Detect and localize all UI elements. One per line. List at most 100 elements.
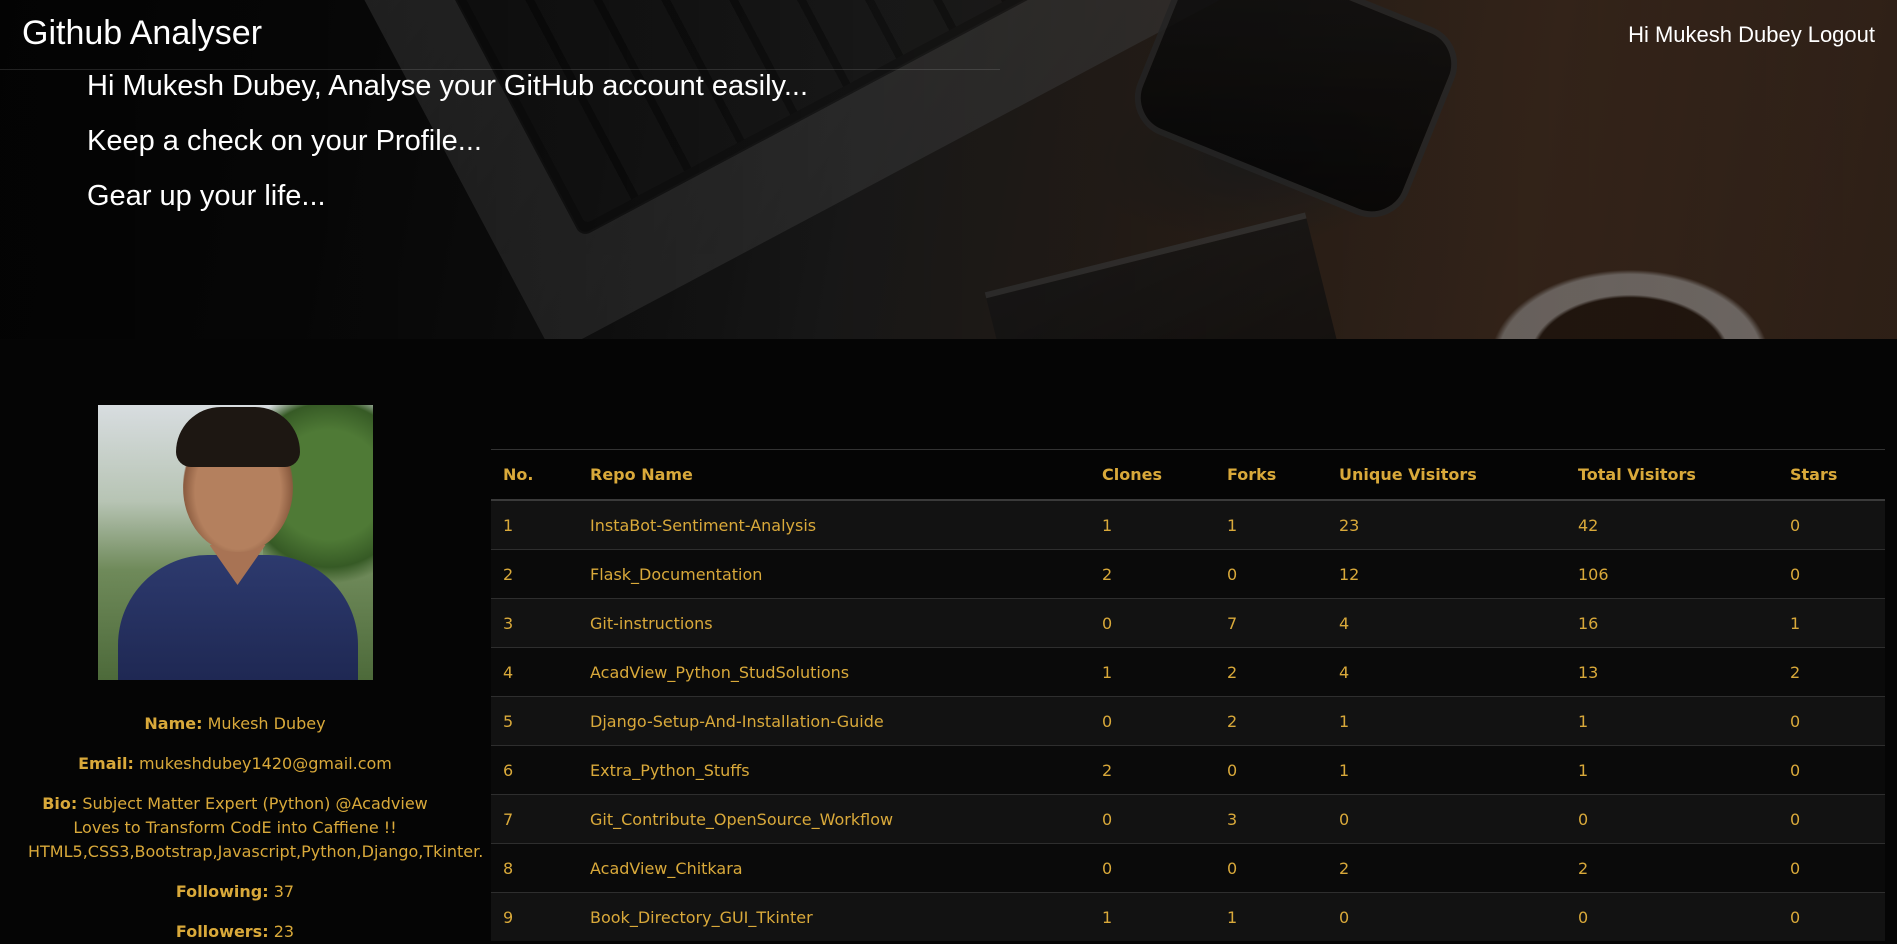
logout-link[interactable]: Logout (1808, 22, 1875, 47)
cell-repo-name[interactable]: AcadView_Python_StudSolutions (578, 647, 1090, 697)
cell-forks: 2 (1215, 647, 1327, 697)
hero-banner: Github Analyser Hi Mukesh Dubey Logout Hi… (0, 0, 1897, 339)
repo-table-body: 1 InstaBot-Sentiment-Analysis 1 1 23 42 0 2 Flas… (491, 499, 1885, 941)
cell-stars: 0 (1778, 745, 1885, 795)
cell-forks: 0 (1215, 843, 1327, 893)
cell-clones: 0 (1090, 794, 1215, 844)
cell-clones: 2 (1090, 745, 1215, 795)
column-header-total-visitors: Total Visitors (1566, 449, 1778, 501)
cell-total-visitors: 13 (1566, 647, 1778, 697)
user-greeting: Hi Mukesh Dubey (1628, 22, 1802, 47)
cell-clones: 0 (1090, 696, 1215, 746)
column-header-stars: Stars (1778, 449, 1885, 501)
repo-table: No. Repo Name Clones Forks Unique Visito… (491, 449, 1885, 941)
cell-clones: 0 (1090, 598, 1215, 648)
cell-total-visitors: 42 (1566, 499, 1778, 550)
cell-forks: 1 (1215, 892, 1327, 941)
cell-total-visitors: 2 (1566, 843, 1778, 893)
profile-bio-label: Bio: (42, 794, 78, 813)
cell-unique-visitors: 4 (1327, 647, 1566, 697)
cell-unique-visitors: 1 (1327, 696, 1566, 746)
profile-following-label: Following: (175, 882, 269, 901)
cell-unique-visitors: 0 (1327, 794, 1566, 844)
profile-followers-value: 23 (273, 922, 295, 941)
cell-unique-visitors: 0 (1327, 892, 1566, 941)
cell-repo-name[interactable]: AcadView_Chitkara (578, 843, 1090, 893)
column-header-unique-visitors: Unique Visitors (1327, 449, 1566, 501)
cell-unique-visitors: 4 (1327, 598, 1566, 648)
column-header-repo-name: Repo Name (578, 449, 1090, 501)
table-row: 2 Flask_Documentation 2 0 12 106 0 (491, 549, 1885, 599)
cell-total-visitors: 0 (1566, 892, 1778, 941)
cell-stars: 2 (1778, 647, 1885, 697)
profile-card: Name: Mukesh Dubey Email: mukeshdubey142… (0, 405, 483, 944)
cell-stars: 0 (1778, 549, 1885, 599)
cell-no: 6 (491, 745, 578, 795)
cell-repo-name[interactable]: Extra_Python_Stuffs (578, 745, 1090, 795)
cell-no: 3 (491, 598, 578, 648)
cell-clones: 0 (1090, 843, 1215, 893)
profile-email-value: mukeshdubey1420@gmail.com (138, 754, 392, 773)
profile-following: Following: 37 (0, 880, 470, 904)
cell-repo-name[interactable]: InstaBot-Sentiment-Analysis (578, 499, 1090, 550)
cell-total-visitors: 1 (1566, 696, 1778, 746)
user-nav: Hi Mukesh Dubey Logout (1622, 22, 1875, 48)
cell-stars: 0 (1778, 499, 1885, 550)
cell-repo-name[interactable]: Git_Contribute_OpenSource_Workflow (578, 794, 1090, 844)
cell-forks: 7 (1215, 598, 1327, 648)
cell-total-visitors: 106 (1566, 549, 1778, 599)
profile-name-label: Name: (144, 714, 203, 733)
profile-name: Name: Mukesh Dubey (0, 712, 470, 736)
table-row: 3 Git-instructions 0 7 4 16 1 (491, 598, 1885, 648)
table-row: 8 AcadView_Chitkara 0 0 2 2 0 (491, 843, 1885, 893)
cell-total-visitors: 0 (1566, 794, 1778, 844)
cell-no: 5 (491, 696, 578, 746)
table-row: 9 Book_Directory_GUI_Tkinter 1 1 0 0 0 (491, 892, 1885, 941)
cell-no: 4 (491, 647, 578, 697)
cell-forks: 0 (1215, 745, 1327, 795)
avatar (97, 405, 373, 680)
cell-forks: 2 (1215, 696, 1327, 746)
cell-total-visitors: 16 (1566, 598, 1778, 648)
table-row: 4 AcadView_Python_StudSolutions 1 2 4 13 2 (491, 647, 1885, 697)
hero-taglines: Hi Mukesh Dubey, Analyse your GitHub acc… (87, 68, 808, 233)
cell-unique-visitors: 1 (1327, 745, 1566, 795)
cell-repo-name[interactable]: Django-Setup-And-Installation-Guide (578, 696, 1090, 746)
column-header-forks: Forks (1215, 449, 1327, 501)
profile-bio: Bio: Subject Matter Expert (Python) @Aca… (0, 792, 483, 864)
column-header-clones: Clones (1090, 449, 1215, 501)
cell-stars: 0 (1778, 892, 1885, 941)
cell-repo-name[interactable]: Book_Directory_GUI_Tkinter (578, 892, 1090, 941)
cell-unique-visitors: 23 (1327, 499, 1566, 550)
cell-forks: 0 (1215, 549, 1327, 599)
cell-clones: 1 (1090, 647, 1215, 697)
cell-no: 7 (491, 794, 578, 844)
cell-stars: 1 (1778, 598, 1885, 648)
table-row: 5 Django-Setup-And-Installation-Guide 0 2 1 1… (491, 696, 1885, 746)
cell-clones: 1 (1090, 499, 1215, 550)
hero-tagline: Hi Mukesh Dubey, Analyse your GitHub acc… (87, 70, 809, 102)
cell-repo-name[interactable]: Flask_Documentation (578, 549, 1090, 599)
table-header-row: No. Repo Name Clones Forks Unique Visito… (491, 449, 1885, 501)
cell-forks: 1 (1215, 499, 1327, 550)
cell-no: 2 (491, 549, 578, 599)
brand-link[interactable]: Github Analyser (22, 14, 262, 53)
profile-followers: Followers: 23 (0, 920, 470, 944)
cell-repo-name[interactable]: Git-instructions (578, 598, 1090, 648)
cell-forks: 3 (1215, 794, 1327, 844)
table-row: 6 Extra_Python_Stuffs 2 0 1 1 0 (491, 745, 1885, 795)
profile-followers-label: Followers: (175, 922, 269, 941)
cell-clones: 2 (1090, 549, 1215, 599)
cell-no: 9 (491, 892, 578, 941)
profile-email-label: Email: (78, 754, 134, 773)
column-header-no: No. (491, 449, 578, 501)
profile-name-value: Mukesh Dubey (207, 714, 326, 733)
cell-total-visitors: 1 (1566, 745, 1778, 795)
cell-stars: 0 (1778, 794, 1885, 844)
table-row: 7 Git_Contribute_OpenSource_Workflow 0 3 0 0 0 (491, 794, 1885, 844)
repo-table-container: No. Repo Name Clones Forks Unique Visito… (491, 449, 1885, 941)
cell-unique-visitors: 12 (1327, 549, 1566, 599)
profile-following-value: 37 (273, 882, 295, 901)
cell-stars: 0 (1778, 696, 1885, 746)
hero-tagline: Keep a check on your Profile... (87, 125, 482, 157)
